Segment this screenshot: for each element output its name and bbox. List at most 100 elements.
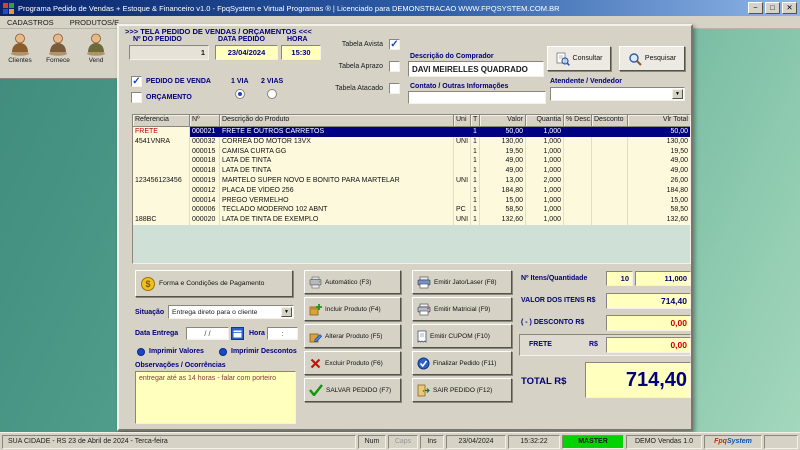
excluir-produto-label: Excluir Produto (F6)	[325, 359, 383, 367]
hora-entrega-input[interactable]: :	[267, 327, 298, 340]
col-uni[interactable]: Uni	[454, 115, 471, 127]
tabela-atacado-checkbox[interactable]	[389, 83, 400, 94]
table-row[interactable]: 000012 PLACA DE VÍDEO 256 1 184,80 1,000 184,…	[133, 185, 690, 196]
excluir-produto-button[interactable]: Excluir Produto (F6)	[304, 351, 401, 375]
menu-cadastros[interactable]: CADASTROS	[7, 18, 54, 27]
col-valor[interactable]: Valor	[480, 115, 526, 127]
tabela-avista-label: Tabela Avista	[341, 41, 383, 48]
coin-icon: $	[141, 276, 155, 291]
col-t[interactable]: T	[471, 115, 480, 127]
grid-cell: 130,00	[628, 137, 690, 147]
emitir-jato-laser-button[interactable]: Emitir Jato/Laser (F8)	[412, 270, 512, 294]
imprimir-descontos-radio[interactable]	[219, 348, 227, 356]
status-num: Num	[358, 434, 386, 449]
pedido-dialog: >>> TELA PEDIDO DE VENDAS / ORÇAMENTOS <…	[117, 24, 693, 431]
via1-radio[interactable]	[235, 89, 245, 99]
incluir-produto-button[interactable]: Incluir Produto (F4)	[304, 297, 401, 321]
total-label: TOTAL R$	[521, 376, 567, 387]
orcamento-checkbox[interactable]	[131, 92, 142, 103]
total-value: 714,40	[585, 362, 691, 398]
menu-produtos[interactable]: PRODUTOS/E	[70, 18, 119, 27]
chevron-down-icon[interactable]	[281, 307, 292, 317]
calendar-button[interactable]	[231, 327, 244, 340]
toolbar-fornecedores-button[interactable]: Fornece	[40, 31, 76, 75]
col-perc-desc[interactable]: % Desc.	[564, 115, 592, 127]
grid-cell	[454, 185, 471, 196]
grid-cell	[454, 166, 471, 176]
status-location: SUA CIDADE - RS 23 de Abril de 2024 - Te…	[2, 434, 356, 449]
col-referencia[interactable]: Referencia	[133, 115, 190, 127]
quantidade-total: 11,000	[635, 271, 691, 286]
imprimir-valores-radio[interactable]	[137, 348, 145, 356]
sair-pedido-button[interactable]: SAIR PEDIDO (F12)	[412, 378, 512, 402]
table-row[interactable]: 000018 LATA DE TINTA 1 49,00 1,000 49,00	[133, 166, 690, 176]
emitir-cupom-button[interactable]: Emitir CUPOM (F10)	[412, 324, 512, 348]
table-row[interactable]: 000018 LATA DE TINTA 1 49,00 1,000 49,00	[133, 156, 690, 167]
comprador-input[interactable]: DAVI MEIRELLES QUADRADO	[408, 61, 544, 77]
observacoes-textarea[interactable]: entregar até as 14 horas - falar com por…	[135, 371, 296, 424]
table-row[interactable]: 123456123456 000019 MARTELO SUPER NOVO E B…	[133, 175, 690, 186]
table-row[interactable]: 188BC 000020 LATA DE TINTA DE EXEMPLO UNI 1 1…	[133, 215, 690, 225]
emitir-matricial-button[interactable]: Emitir Matricial (F9)	[412, 297, 512, 321]
consultar-label: Consultar	[572, 55, 603, 62]
grid-cell	[564, 127, 592, 137]
grid-cell: 1	[471, 205, 480, 216]
forma-pagamento-button[interactable]: $ Forma e Condições de Pagamento	[135, 270, 293, 297]
col-vlr-total[interactable]: Vlr Total	[628, 115, 690, 127]
minimize-button[interactable]: −	[748, 2, 763, 14]
atendente-combo[interactable]	[550, 87, 685, 101]
hora-pedido-field[interactable]: 15:30	[281, 45, 321, 60]
table-row[interactable]: 000014 PREGO VERMELHO 1 15,00 1,000 15,00	[133, 195, 690, 206]
grid-header: Referencia Nº Descrição do Produto Uni T…	[133, 115, 690, 127]
grid-cell: 19,50	[628, 147, 690, 157]
incluir-produto-label: Incluir Produto (F4)	[325, 305, 381, 313]
table-row[interactable]: 4541VNRA 000032 CORREA DO MOTOR 13VX UNI 1 13…	[133, 136, 690, 147]
pedido-venda-checkbox[interactable]	[131, 76, 142, 87]
desconto-label: ( - ) DESCONTO R$	[521, 319, 585, 326]
data-pedido-field[interactable]: 23/04/2024	[215, 45, 278, 60]
automatico-button[interactable]: Automático (F3)	[304, 270, 401, 294]
status-product: DEMO Vendas 1.0	[626, 434, 702, 449]
grid-cell: 1	[471, 175, 480, 186]
col-descricao[interactable]: Descrição do Produto	[220, 115, 454, 127]
grid-cell: 1,000	[526, 166, 564, 176]
pesquisar-button[interactable]: Pesquisar	[619, 46, 685, 71]
valor-itens-value: 714,40	[606, 293, 691, 309]
desconto-field[interactable]: 0,00	[606, 315, 691, 331]
frete-field[interactable]: 0,00	[606, 337, 691, 353]
salvar-pedido-button[interactable]: SALVAR PEDIDO (F7)	[304, 378, 401, 402]
table-row[interactable]: FRETE 000021 FRETE E OUTROS CARRETOS 1 50,00…	[133, 127, 690, 137]
printer-icon	[417, 276, 431, 288]
tabela-aprazo-checkbox[interactable]	[389, 61, 400, 72]
grid-cell: 000018	[190, 156, 220, 167]
col-numero[interactable]: Nº	[190, 115, 220, 127]
via1-label: 1 VIA	[231, 78, 249, 85]
grid-cell: 58,50	[628, 205, 690, 215]
data-entrega-input[interactable]: / /	[186, 327, 229, 340]
col-desconto[interactable]: Desconto	[592, 115, 628, 127]
close-button[interactable]: ✕	[782, 2, 797, 14]
grid-cell: 000006	[190, 205, 220, 216]
maximize-button[interactable]: □	[765, 2, 780, 14]
col-quantia[interactable]: Quantia	[526, 115, 564, 127]
itens-count: 10	[606, 271, 633, 286]
person-icon	[11, 33, 29, 56]
grid-cell: 132,60	[480, 215, 526, 225]
tabela-avista-checkbox[interactable]	[389, 39, 400, 50]
alterar-produto-button[interactable]: Alterar Produto (F5)	[304, 324, 401, 348]
consultar-button[interactable]: Consultar	[547, 46, 611, 71]
table-row[interactable]: 000015 CAMISA CURTA GG 1 19,50 1,000 19,50	[133, 146, 690, 157]
finalizar-pedido-button[interactable]: Finalizar Pedido (F11)	[412, 351, 512, 375]
toolbar-clientes-button[interactable]: Clientes	[2, 31, 38, 75]
contato-input[interactable]	[408, 91, 546, 104]
table-row[interactable]: 000006 TECLADO MODERNO 102 ABNT PC 1 58,50 1,…	[133, 205, 690, 216]
grid-cell	[592, 127, 628, 137]
chevron-down-icon[interactable]	[672, 89, 683, 99]
toolbar-vendedores-button[interactable]: Vend	[78, 31, 114, 75]
via2-radio[interactable]	[267, 89, 277, 99]
status-logo: Fpq System	[704, 434, 762, 449]
situacao-combo[interactable]: Entrega direto para o cliente	[168, 305, 294, 319]
toolbar: Clientes Fornece Vend	[0, 29, 118, 79]
grid-cell: PREGO VERMELHO	[220, 195, 454, 206]
desktop: Programa Pedido de Vendas + Estoque & Fi…	[0, 0, 800, 450]
